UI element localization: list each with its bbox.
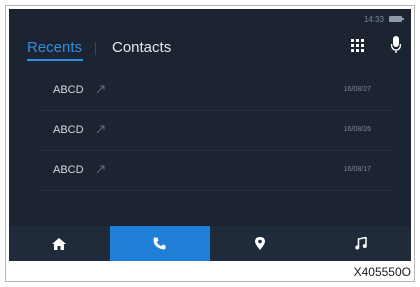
- outgoing-call-arrow-icon: [96, 125, 105, 134]
- nav-navigation[interactable]: [210, 226, 311, 261]
- music-note-icon: [355, 237, 367, 250]
- tab-contacts[interactable]: Contacts: [112, 39, 171, 56]
- list-item[interactable]: ABCD 16/08/26: [9, 111, 411, 151]
- nav-phone[interactable]: [109, 226, 210, 261]
- tab-bar: Recents Contacts: [9, 31, 249, 61]
- head-unit-screen: 14:33 Recents Contacts ABCD 16/08/27 ABC…: [9, 9, 411, 261]
- status-time: 14:33: [363, 15, 384, 24]
- contact-name: ABCD: [53, 84, 84, 96]
- outgoing-call-arrow-icon: [96, 85, 105, 94]
- tab-recents[interactable]: Recents: [27, 39, 82, 56]
- phone-icon: [153, 237, 166, 250]
- active-tab-indicator: [27, 59, 83, 61]
- list-item[interactable]: ABCD 16/08/27: [9, 71, 411, 111]
- figure-caption: X405550O: [353, 265, 411, 279]
- contact-name: ABCD: [53, 124, 84, 136]
- call-date: 16/08/17: [343, 166, 371, 173]
- list-item[interactable]: ABCD 16/08/17: [9, 151, 411, 191]
- recent-calls-list: ABCD 16/08/27 ABCD 16/08/26 ABCD 16/08/1…: [9, 71, 411, 191]
- call-date: 16/08/27: [343, 86, 371, 93]
- map-pin-icon: [255, 237, 266, 250]
- outgoing-call-arrow-icon: [96, 165, 105, 174]
- call-date: 16/08/26: [343, 126, 371, 133]
- microphone-icon[interactable]: [390, 35, 402, 55]
- nav-music[interactable]: [311, 226, 412, 261]
- dialpad-icon[interactable]: [351, 39, 364, 52]
- contact-name: ABCD: [53, 164, 84, 176]
- battery-icon: [389, 16, 404, 22]
- nav-home[interactable]: [9, 226, 110, 261]
- tab-divider: [95, 42, 96, 55]
- home-icon: [52, 237, 67, 250]
- bottom-nav: [9, 226, 411, 261]
